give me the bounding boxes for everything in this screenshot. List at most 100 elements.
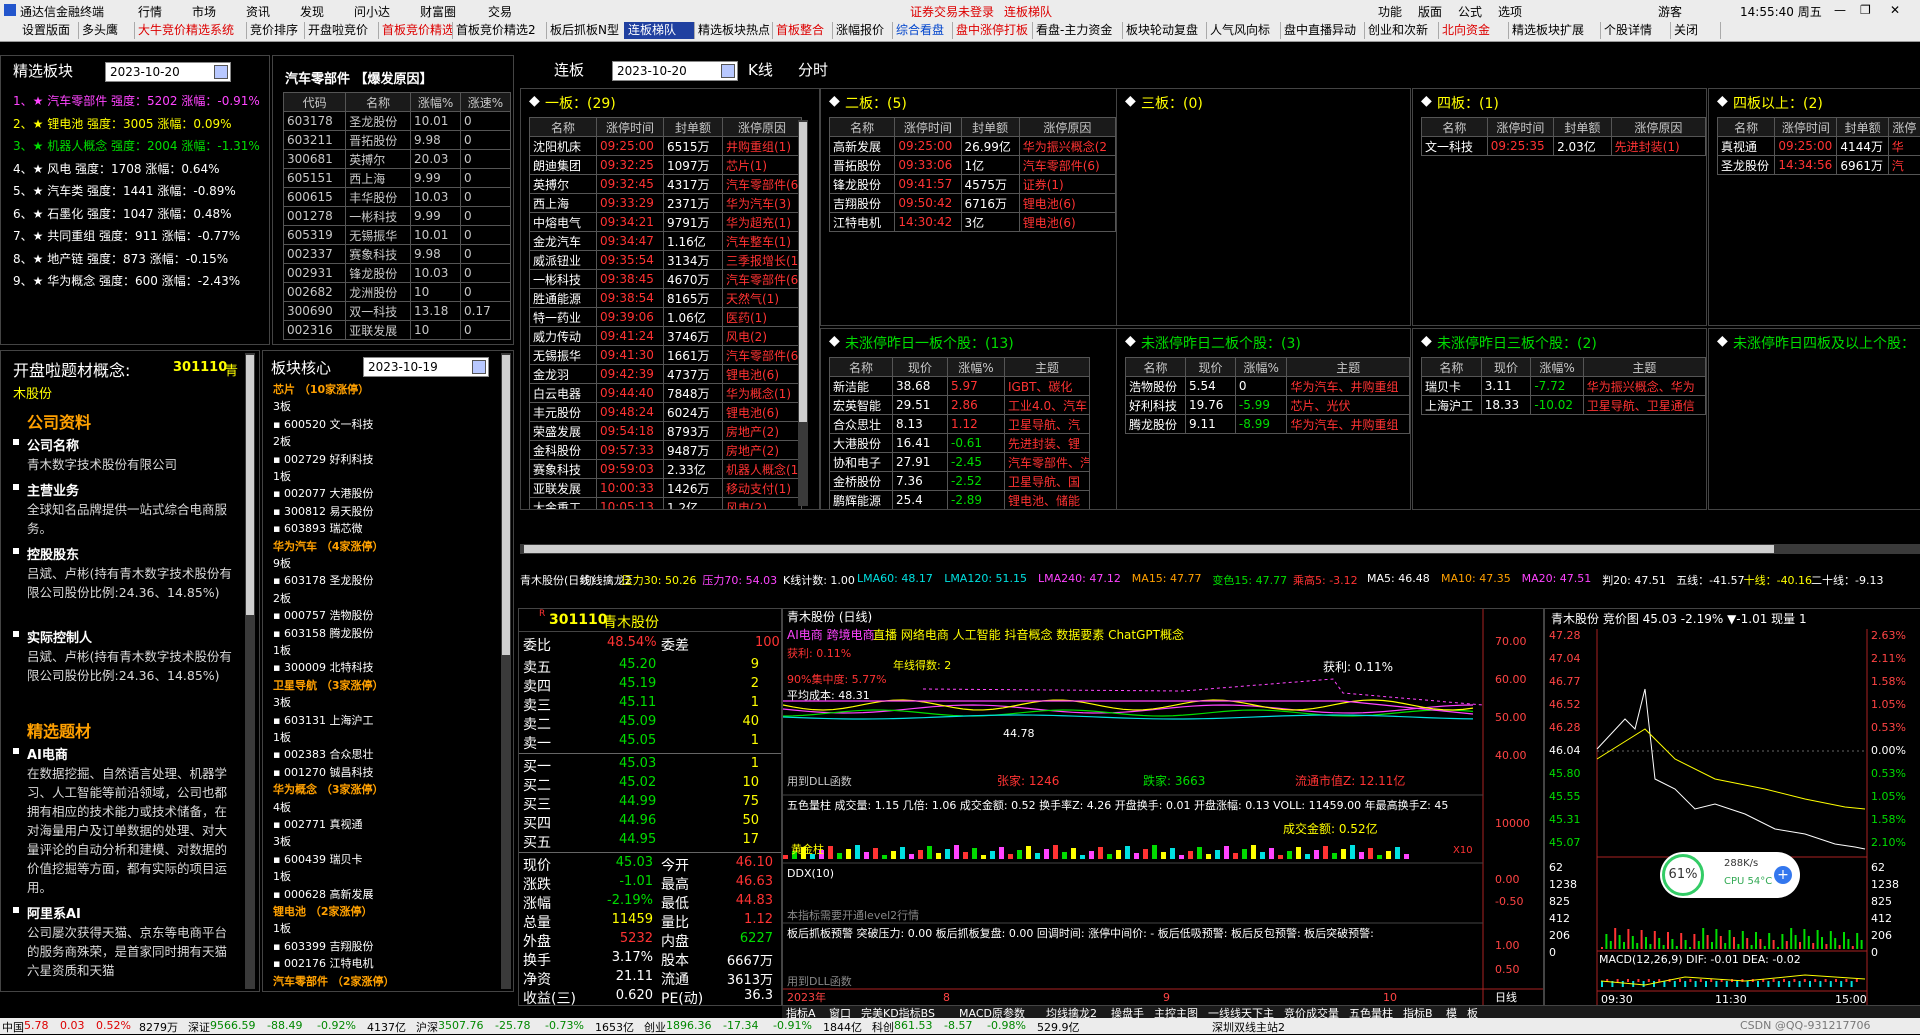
bid-price[interactable]: 44.99 [619, 794, 656, 809]
core-line[interactable]: ▪ 002077 大港股份 [273, 485, 373, 501]
ladder-col-header[interactable]: 主题 [1005, 358, 1090, 377]
core-line[interactable]: 1板 [273, 729, 291, 745]
table-row[interactable]: 晋拓股份09:33:061亿汽车零部件(6) [830, 156, 1116, 175]
jingxuan-item[interactable]: 9、★ 华为概念 强度：600 涨幅：-2.43% [13, 272, 240, 289]
ladder-col-header[interactable]: 名称 [530, 118, 597, 137]
core-line[interactable]: ▪ 603131 上海沪工 [273, 712, 373, 728]
core-line[interactable]: ▪ 603178 圣龙股份 [273, 572, 373, 588]
jingxuan-item[interactable]: 6、★ 石墨化 强度：1047 涨幅：0.48% [13, 205, 232, 222]
tab-kline[interactable]: K线 [748, 59, 773, 80]
qiche-col-header[interactable]: 涨幅% [411, 93, 461, 112]
core-line[interactable]: 2板 [273, 590, 291, 606]
table-row[interactable]: 圣龙股份14:34:566961万汽 [1718, 156, 1920, 175]
core-scrollbar[interactable] [501, 353, 511, 989]
server-label[interactable]: 深圳双线主站2 [1212, 1019, 1285, 1035]
menu-wealth[interactable]: 财富圈 [420, 3, 456, 20]
index-field[interactable]: 科创 [872, 1019, 894, 1035]
core-line[interactable]: ▪ 603893 瑞芯微 [273, 520, 362, 536]
table-row[interactable]: 金龙汽车09:34:471.16亿汽车整车(1) [530, 232, 802, 251]
ladder-col-header[interactable]: 名称 [1718, 118, 1775, 137]
core-line[interactable]: 2板 [273, 433, 291, 449]
calendar-icon[interactable] [721, 64, 735, 78]
table-row[interactable]: 大金重工10:05:131.2亿风电(2) [530, 498, 802, 511]
table-row[interactable]: 300681英搏尔20.030 [284, 150, 511, 169]
kaipan-scrollbar[interactable] [245, 353, 255, 989]
ladder-col-header[interactable]: 封单额 [1554, 118, 1612, 137]
table-row[interactable]: 真视通09:25:004144万华 [1718, 137, 1920, 156]
menu-ask[interactable]: 问小达 [354, 3, 390, 20]
ladder-col-header[interactable]: 涨停原因 [1019, 118, 1115, 137]
jingxuan-item[interactable]: 4、★ 风电 强度：1708 涨幅：0.64% [13, 160, 220, 177]
table-row[interactable]: 白云电器09:44:407848万华为概念(1) [530, 384, 802, 403]
tab-lianban[interactable]: 连板 [554, 59, 584, 80]
table-row[interactable]: 603178圣龙股份10.010 [284, 112, 511, 131]
ask-price[interactable]: 45.05 [619, 733, 656, 748]
jingxuan-item[interactable]: 2、★ 锂电池 强度：3005 涨幅：0.09% [13, 115, 232, 132]
table-row[interactable]: 001278一彬科技9.990 [284, 207, 511, 226]
tab-16[interactable]: 人气风向标 [1206, 22, 1281, 39]
core-line[interactable]: ▪ 603158 腾龙股份 [273, 625, 373, 641]
menu-function[interactable]: 功能 [1378, 3, 1402, 20]
ladder-col-header[interactable]: 名称 [1422, 358, 1482, 377]
table-row[interactable]: 文一科技09:25:352.03亿先进封装(1) [1422, 137, 1706, 156]
ladder-col-header[interactable]: 现价 [1186, 358, 1236, 377]
ask-price[interactable]: 45.11 [619, 695, 656, 710]
menu-news[interactable]: 资讯 [246, 3, 270, 20]
ladder-col-header[interactable]: 涨幅% [1531, 358, 1583, 377]
tab-0[interactable]: 设置版面 [18, 22, 79, 39]
table-row[interactable]: 瑞贝卡3.11-7.72华为振兴概念、华为 [1422, 377, 1706, 396]
tab-17[interactable]: 盘中直播异动 [1280, 22, 1365, 39]
kline-chart[interactable]: 青木股份 (日线)AI电商 跨境电商直播 网络电商 人工智能 抖音概念 数据要素… [782, 608, 1544, 1006]
ladder-v-scrollbar[interactable] [798, 120, 808, 506]
table-row[interactable]: 002337赛象科技9.980 [284, 245, 511, 264]
core-line[interactable]: 华为概念 （3家涨停） [273, 781, 383, 797]
user-label[interactable]: 游客 [1658, 3, 1682, 20]
ladder-col-header[interactable]: 涨幅% [948, 358, 1005, 377]
jingxuan-item[interactable]: 1、★ 汽车零部件 强度：5202 涨幅：-0.91% [13, 92, 260, 109]
index-field[interactable]: 创业 [644, 1019, 666, 1035]
ladder-col-header[interactable]: 涨停时间 [1487, 118, 1553, 137]
bid-price[interactable]: 44.96 [619, 813, 656, 828]
core-line[interactable]: ▪ 603399 吉翔股份 [273, 938, 373, 954]
core-line[interactable]: 1板 [273, 642, 291, 658]
table-row[interactable]: 605319无锡振华10.010 [284, 226, 511, 245]
table-row[interactable]: 中熔电气09:34:219791万华为超充(1) [530, 213, 802, 232]
table-row[interactable]: 吉翔股份09:50:426716万锂电池(6) [830, 194, 1116, 213]
core-line[interactable]: 1板 [273, 990, 291, 992]
core-line[interactable]: ▪ 002729 好利科技 [273, 451, 373, 467]
menu-formula[interactable]: 公式 [1458, 3, 1482, 20]
table-row[interactable]: 金龙羽09:42:394737万锂电池(6) [530, 365, 802, 384]
core-line[interactable]: 4板 [273, 799, 291, 815]
core-line[interactable]: ▪ 300812 易天股份 [273, 503, 373, 519]
ladder-h-scrollbar[interactable] [520, 544, 1920, 554]
calendar-icon[interactable] [472, 360, 486, 374]
tab-1[interactable]: 多头鹰 [78, 22, 135, 39]
tab-21[interactable]: 个股详情 [1600, 22, 1671, 39]
table-row[interactable]: 荣盛发展09:54:188793万房地产(2) [530, 422, 802, 441]
minimize-icon[interactable]: — [1834, 3, 1846, 17]
table-row[interactable]: 合众思壮8.131.12卫星导航、汽 [830, 415, 1090, 434]
jingxuan-date-picker[interactable]: 2023-10-20 [105, 62, 231, 82]
jingxuan-item[interactable]: 5、★ 汽车类 强度：1441 涨幅：-0.89% [13, 182, 236, 199]
table-row[interactable]: 大港股份16.41-0.61先进封装、锂 [830, 434, 1090, 453]
ladder-col-header[interactable]: 涨幅% [1235, 358, 1287, 377]
table-row[interactable]: 沈阳机床09:25:006515万井购重组(1) [530, 137, 802, 156]
ladder-col-header[interactable]: 封单额 [664, 118, 723, 137]
ladder-col-header[interactable]: 名称 [830, 118, 895, 137]
tab-19[interactable]: 北向资金 [1438, 22, 1509, 39]
calendar-icon[interactable] [214, 65, 228, 79]
ask-price[interactable]: 45.19 [619, 676, 656, 691]
table-row[interactable]: 胜通能源09:38:548165万天然气(1) [530, 289, 802, 308]
tab-8[interactable]: 连板梯队 [624, 22, 695, 39]
core-line[interactable]: 9板 [273, 555, 291, 571]
core-line[interactable]: ▪ 001270 铖昌科技 [273, 764, 373, 780]
core-line[interactable]: 锂电池 （2家涨停） [273, 903, 372, 919]
qiche-col-header[interactable]: 涨速% [461, 93, 511, 112]
jingxuan-item[interactable]: 3、★ 机器人概念 强度：2004 涨幅：-1.31% [13, 137, 260, 154]
cpu-widget[interactable]: 61% 288K/s CPU 54°C + [1660, 852, 1800, 898]
table-row[interactable]: 腾龙股份9.11-8.99华为汽车、井购重组 [1126, 415, 1410, 434]
ladder-col-header[interactable]: 涨停 [1888, 118, 1920, 137]
ladder-col-header[interactable]: 涨停时间 [597, 118, 664, 137]
ladder-col-header[interactable]: 名称 [830, 358, 893, 377]
index-field[interactable]: 中国 [2, 1019, 24, 1035]
